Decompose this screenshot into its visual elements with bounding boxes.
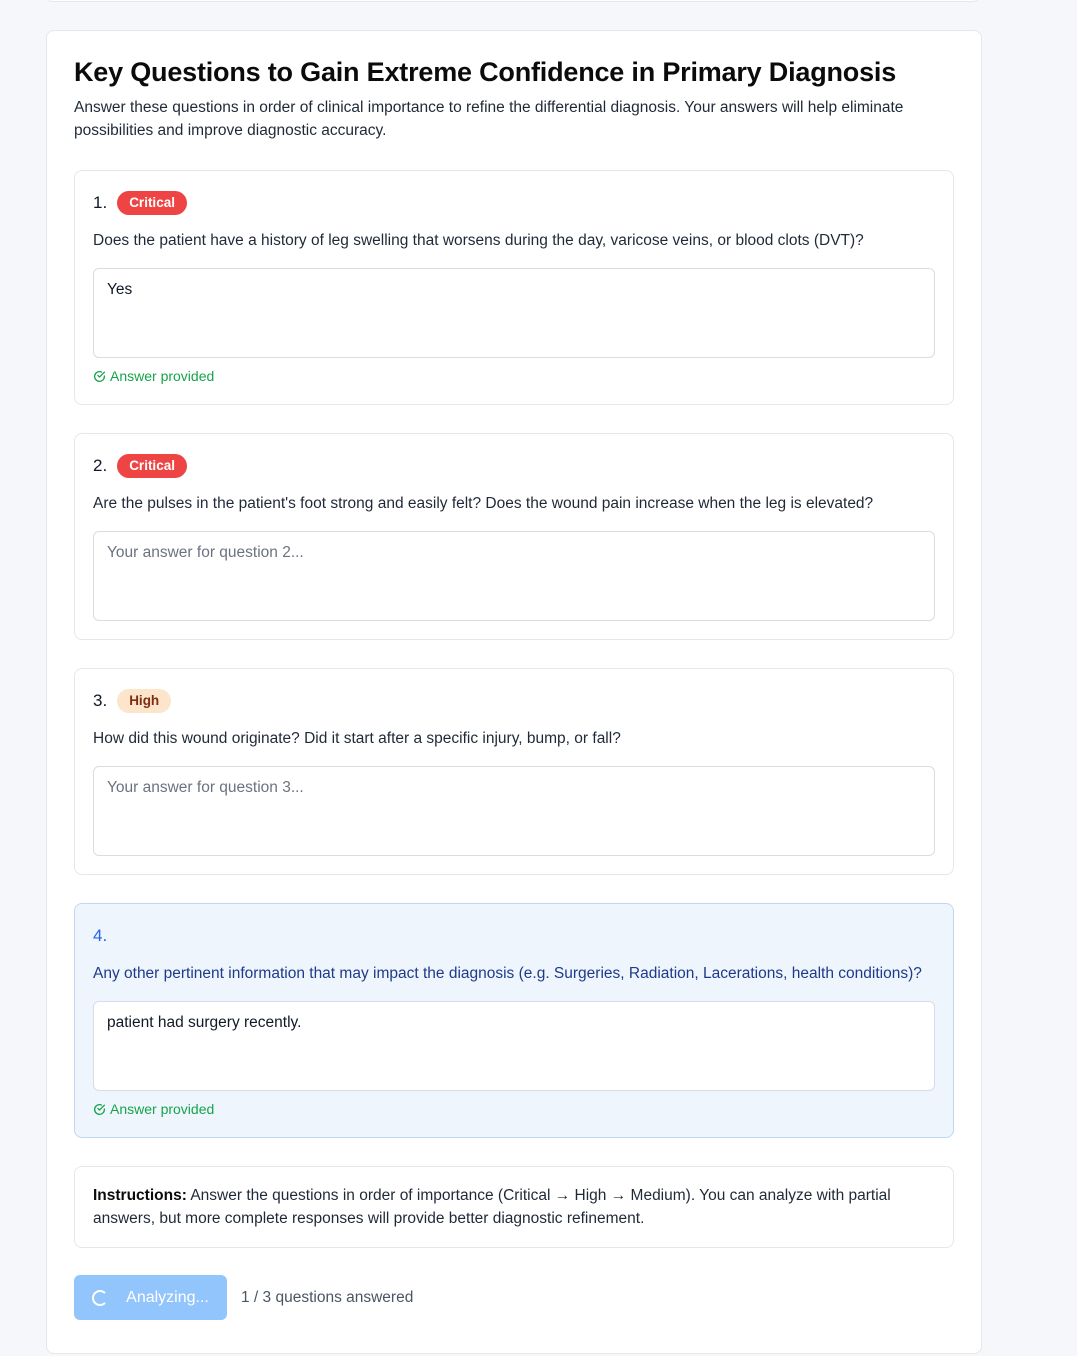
section-title: Key Questions to Gain Extreme Confidence… (74, 57, 897, 87)
answer-status-label: Answer provided (110, 1101, 215, 1117)
priority-badge: Critical (117, 191, 187, 215)
footer-actions: Analyzing... 1 / 3 questions answered (74, 1275, 954, 1320)
priority-badge: Critical (117, 454, 187, 478)
answer-input-1[interactable] (93, 268, 935, 358)
analyze-button-label: Analyzing... (126, 1288, 209, 1306)
question-text: How did this wound originate? Did it sta… (93, 730, 621, 747)
question-number: 1. (93, 193, 108, 212)
answer-status: Answer provided (93, 366, 935, 386)
question-number: 4. (93, 926, 108, 945)
question-card-4: 4. Any other pertinent information that … (74, 903, 954, 1138)
instructions-label: Instructions: (93, 1187, 187, 1204)
key-questions-card: Key Questions to Gain Extreme Confidence… (46, 30, 982, 1354)
analyze-button[interactable]: Analyzing... (74, 1275, 227, 1320)
priority-badge: High (117, 689, 172, 713)
question-card-2: 2. Critical Are the pulses in the patien… (74, 433, 954, 640)
answer-status: Answer provided (93, 1099, 935, 1119)
question-card-3: 3. High How did this wound originate? Di… (74, 668, 954, 875)
answer-status-label: Answer provided (110, 368, 215, 384)
check-circle-icon (94, 370, 106, 382)
spinner-icon (92, 1289, 109, 1306)
progress-text: 1 / 3 questions answered (241, 1288, 414, 1306)
question-number: 3. (93, 691, 108, 710)
answer-input-3[interactable] (93, 766, 935, 856)
question-text: Does the patient have a history of leg s… (93, 232, 864, 249)
question-number: 2. (93, 456, 108, 475)
answer-input-4[interactable] (93, 1001, 935, 1091)
previous-card (46, 0, 980, 2)
answer-input-2[interactable] (93, 531, 935, 621)
question-text: Any other pertinent information that may… (93, 965, 922, 982)
section-subtitle: Answer these questions in order of clini… (74, 99, 904, 139)
instructions-box: Instructions: Answer the questions in or… (74, 1166, 954, 1248)
question-text: Are the pulses in the patient's foot str… (93, 495, 874, 512)
question-card-1: 1. Critical Does the patient have a hist… (74, 170, 954, 405)
instructions-text: Answer the questions in order of importa… (93, 1187, 891, 1227)
check-circle-icon (94, 1103, 106, 1115)
